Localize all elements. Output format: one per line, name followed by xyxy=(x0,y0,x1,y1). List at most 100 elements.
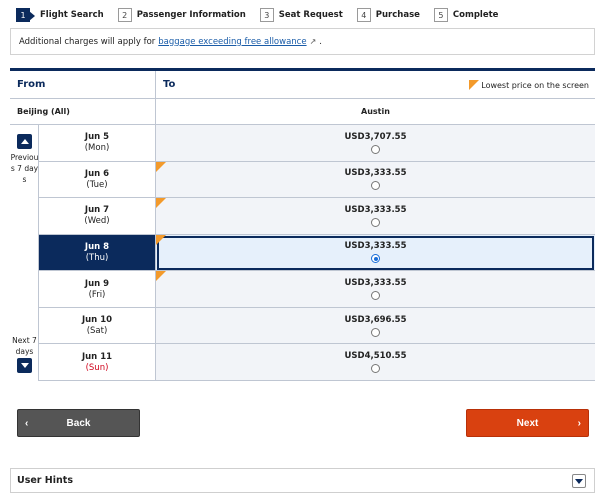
chevron-left-icon: ‹ xyxy=(25,418,29,429)
user-hints-panel[interactable]: User Hints xyxy=(10,468,595,493)
arrow-up-icon xyxy=(20,139,29,144)
step-label: Flight Search xyxy=(40,10,104,20)
next-button[interactable]: Next › xyxy=(466,409,589,437)
destination-city: Austin xyxy=(156,99,595,125)
fare-option-cell[interactable]: USD3,333.55 xyxy=(156,161,595,199)
step-flight-search: 1 Flight Search xyxy=(16,8,104,22)
notice-text: Additional charges will apply for xyxy=(19,36,156,47)
departure-date: Jun 10 xyxy=(81,315,113,326)
fare-radio-button[interactable] xyxy=(371,254,380,264)
fare-option-cell[interactable]: USD3,696.55 xyxy=(156,307,595,345)
fare-radio-button[interactable] xyxy=(371,144,380,154)
fare-row: Jun 10 (Sat) USD3,696.55 xyxy=(39,307,595,345)
lowest-price-marker-icon xyxy=(156,234,166,245)
departure-date: Jun 11 xyxy=(81,351,113,362)
fare-row: Jun 7 (Wed) USD3,333.55 xyxy=(39,198,595,235)
arrow-down-icon xyxy=(20,363,29,368)
fare-option-cell[interactable]: USD3,333.55 xyxy=(156,271,595,308)
step-number: 3 xyxy=(259,8,274,22)
departure-date-cell: Jun 11 (Sun) xyxy=(39,344,156,381)
chevron-right-icon: › xyxy=(577,418,581,429)
departure-weekday: (Wed) xyxy=(84,216,110,227)
user-hints-toggle[interactable] xyxy=(572,474,586,488)
departure-weekday: (Thu) xyxy=(85,252,109,263)
fare-radio-button[interactable] xyxy=(371,327,380,337)
fare-radio-button[interactable] xyxy=(371,364,380,374)
fare-option-cell[interactable]: USD4,510.55 xyxy=(156,344,595,381)
step-label: Complete xyxy=(452,10,499,20)
notice-text-end: . xyxy=(319,36,322,47)
origin-city: Beijing (All) xyxy=(10,99,156,125)
step-number: 1 xyxy=(16,8,35,22)
step-number: 5 xyxy=(433,8,448,22)
fare-row: Jun 8 (Thu) USD3,333.55 xyxy=(39,234,595,272)
user-hints-title: User Hints xyxy=(17,475,73,486)
departure-weekday: (Sat) xyxy=(86,326,108,337)
lowest-price-marker-icon xyxy=(156,198,166,209)
back-button[interactable]: ‹ Back xyxy=(17,409,140,437)
step-complete: 5 Complete xyxy=(433,8,499,22)
fare-row: Jun 11 (Sun) USD4,510.55 xyxy=(39,344,595,381)
departure-date-cell: Jun 6 (Tue) xyxy=(39,161,156,199)
fare-radio-button[interactable] xyxy=(371,217,380,227)
lowest-price-marker-icon xyxy=(156,161,166,172)
fare-price: USD4,510.55 xyxy=(344,351,407,362)
departure-weekday: (Sun) xyxy=(85,362,109,373)
chevron-down-icon xyxy=(575,478,583,484)
fare-radio-button[interactable] xyxy=(371,181,380,191)
fare-price: USD3,696.55 xyxy=(344,314,407,325)
departure-date: Jun 9 xyxy=(84,278,110,289)
departure-date-cell: Jun 10 (Sat) xyxy=(39,307,156,345)
fare-price: USD3,707.55 xyxy=(344,131,407,142)
departure-date-cell: Jun 9 (Fri) xyxy=(39,271,156,308)
departure-date: Jun 5 xyxy=(84,132,110,143)
fare-option-cell[interactable]: USD3,707.55 xyxy=(156,125,595,162)
previous-7-days-label: Previous 7 days xyxy=(10,153,39,184)
fare-price: USD3,333.55 xyxy=(344,278,407,289)
date-navigation: Previous 7 days Next 7 days xyxy=(10,125,39,381)
fare-price: USD3,333.55 xyxy=(344,241,407,252)
fare-row: Jun 9 (Fri) USD3,333.55 xyxy=(39,271,595,308)
to-header-label: To xyxy=(163,79,176,90)
step-purchase: 4 Purchase xyxy=(356,8,420,22)
departure-date: Jun 6 xyxy=(84,168,110,179)
step-seat-request: 3 Seat Request xyxy=(259,8,343,22)
departure-date: Jun 7 xyxy=(84,205,110,216)
step-label: Purchase xyxy=(375,10,420,20)
departure-date: Jun 8 xyxy=(84,241,110,252)
fare-calendar-table: From To Lowest price on the screen Beiji… xyxy=(10,68,595,381)
baggage-allowance-link[interactable]: baggage exceeding free allowance xyxy=(158,37,306,47)
next-7-days-label: Next 7 days xyxy=(12,336,37,356)
next-button-label: Next xyxy=(516,417,539,429)
departure-weekday: (Fri) xyxy=(88,289,106,300)
external-link-icon: ↗ xyxy=(309,37,317,46)
departure-weekday: (Tue) xyxy=(86,179,108,190)
fare-price: USD3,333.55 xyxy=(344,168,407,179)
back-button-label: Back xyxy=(66,417,91,429)
fare-radio-button[interactable] xyxy=(371,291,380,301)
fare-option-cell[interactable]: USD3,333.55 xyxy=(156,234,595,272)
step-label: Seat Request xyxy=(278,10,343,20)
step-label: Passenger Information xyxy=(136,10,246,20)
departure-date-cell: Jun 7 (Wed) xyxy=(39,198,156,235)
departure-date-cell: Jun 5 (Mon) xyxy=(39,125,156,162)
fare-row: Jun 6 (Tue) USD3,333.55 xyxy=(39,161,595,199)
fare-rows: Jun 5 (Mon) USD3,707.55 Jun 6 (Tue) USD3,333.… xyxy=(39,125,595,381)
next-7-days-button[interactable] xyxy=(17,358,32,373)
to-header: To Lowest price on the screen xyxy=(156,71,595,99)
step-number: 2 xyxy=(117,8,132,22)
progress-steps: 1 Flight Search 2 Passenger Information … xyxy=(16,7,512,23)
fare-price: USD3,333.55 xyxy=(344,204,407,215)
lowest-price-marker-icon xyxy=(156,271,166,282)
baggage-notice: Additional charges will apply for baggag… xyxy=(10,28,595,55)
departure-date-cell: Jun 8 (Thu) xyxy=(39,234,156,272)
from-header: From xyxy=(10,71,156,99)
step-passenger-information: 2 Passenger Information xyxy=(117,8,246,22)
departure-weekday: (Mon) xyxy=(84,143,110,154)
step-number: 4 xyxy=(356,8,371,22)
previous-7-days-button[interactable] xyxy=(17,134,32,149)
lowest-price-marker-icon xyxy=(469,80,480,90)
lowest-price-legend: Lowest price on the screen xyxy=(469,80,589,90)
fare-option-cell[interactable]: USD3,333.55 xyxy=(156,198,595,235)
legend-label: Lowest price on the screen xyxy=(481,80,589,90)
